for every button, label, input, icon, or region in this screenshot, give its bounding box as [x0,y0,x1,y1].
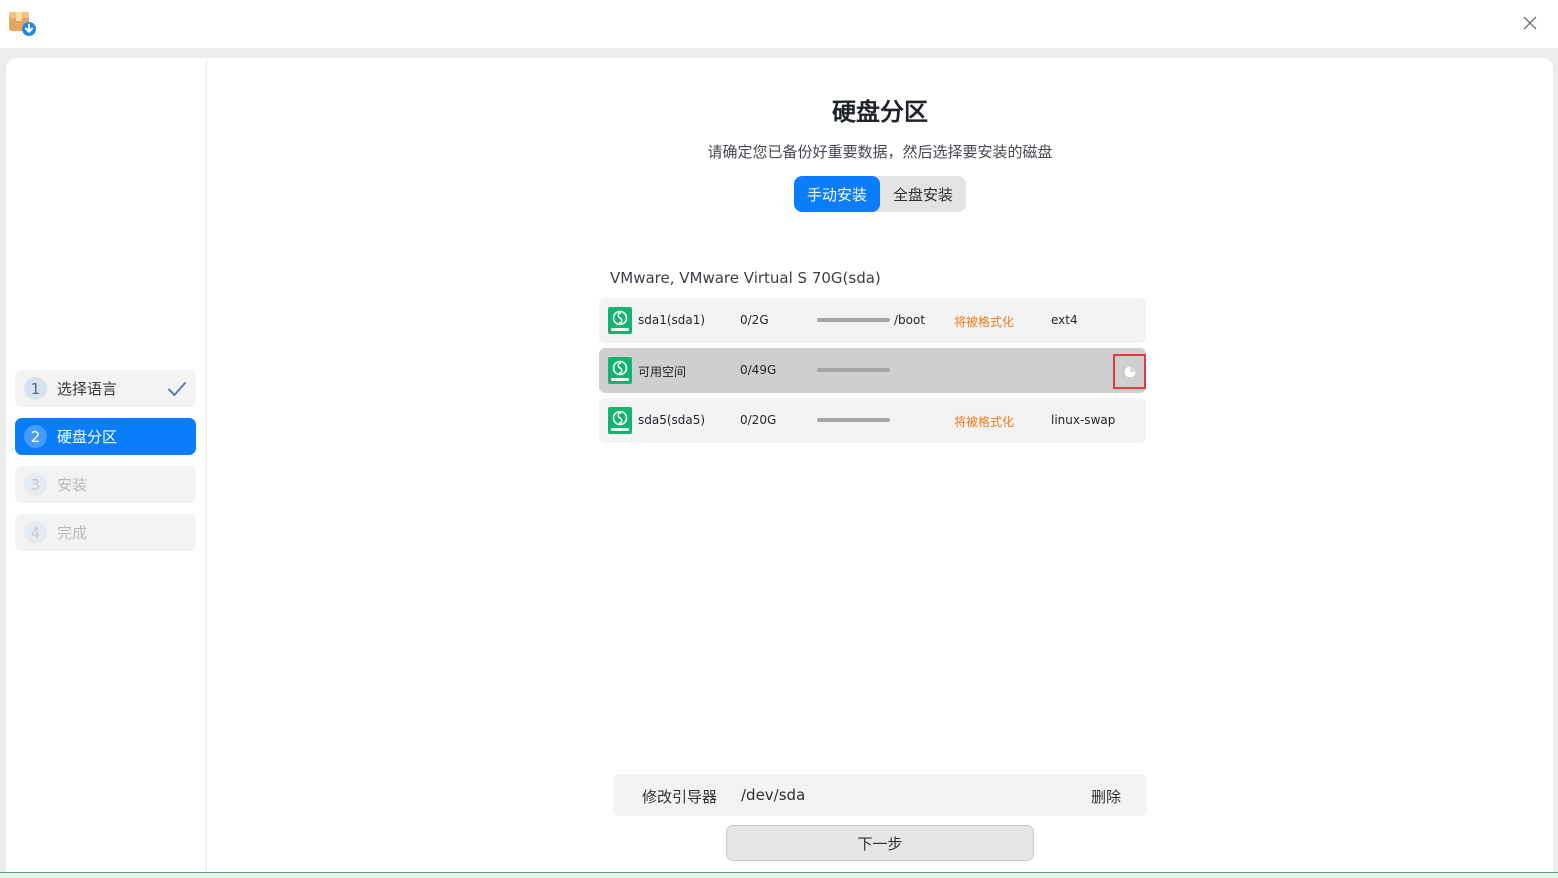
disk-partition-icon [608,357,632,384]
close-button[interactable] [1520,13,1540,33]
installer-package-icon [9,12,36,36]
main-panel: 硬盘分区 请确定您已备份好重要数据，然后选择要安装的磁盘 手动安装 全盘安装 V… [207,58,1553,872]
step-select-language[interactable]: 1 选择语言 [15,370,196,407]
step-label: 安装 [57,476,88,494]
disk-name: VMware, VMware Virtual S 70G(sda) [610,269,881,287]
step-number: 1 [24,377,47,400]
page-title: 硬盘分区 [832,98,928,126]
modify-bootloader-button[interactable]: 修改引导器 [642,786,717,807]
partition-row-sda5[interactable]: sda5(sda5) 0/20G 将被格式化 linux-swap [599,398,1146,443]
page-subtitle: 请确定您已备份好重要数据，然后选择要安装的磁盘 [707,143,1053,161]
step-number: 2 [24,425,47,448]
partition-filesystem: ext4 [1051,313,1078,327]
step-label: 硬盘分区 [57,428,118,446]
full-disk-install-tab[interactable]: 全盘安装 [880,176,966,212]
close-icon [1523,16,1537,30]
step-finish: 4 完成 [15,514,196,551]
title-bar [0,0,1558,48]
step-install: 3 安装 [15,466,196,503]
partition-name: sda5(sda5) [638,413,706,427]
bootloader-bar: 修改引导器 /dev/sda 删除 [613,774,1147,816]
delete-button[interactable]: 删除 [1091,786,1121,807]
step-label: 选择语言 [57,380,118,398]
window-bottom-edge [0,872,1558,878]
partition-size: 0/20G [740,413,777,427]
disk-partition-icon [608,407,632,434]
partition-format-status: 将被格式化 [954,415,1015,429]
partition-mount-point: /boot [894,313,926,327]
partition-row-sda1[interactable]: sda1(sda1) 0/2G /boot 将被格式化 ext4 [599,298,1146,343]
edit-partition-button[interactable] [1113,354,1146,389]
partition-usage-bar [817,318,890,322]
checkmark-icon [168,382,186,396]
partition-size: 0/49G [740,363,777,377]
disk-partition-icon [608,307,632,334]
install-mode-switch: 手动安装 全盘安装 [794,176,966,212]
partition-name: 可用空间 [638,365,687,379]
step-number: 3 [24,473,47,496]
partition-row-free-space[interactable]: 可用空间 0/49G [599,348,1146,393]
manual-install-tab[interactable]: 手动安装 [794,176,880,212]
partition-name: sda1(sda1) [638,313,706,327]
edit-partition-icon [1123,365,1136,378]
bootloader-device: /dev/sda [741,786,806,804]
step-number: 4 [24,521,47,544]
partition-filesystem: linux-swap [1051,413,1116,427]
step-label: 完成 [57,524,88,542]
partition-usage-bar [817,368,890,372]
partition-size: 0/2G [740,313,769,327]
steps-sidebar: 1 选择语言 2 硬盘分区 3 安装 4 完成 [6,58,207,872]
step-disk-partition[interactable]: 2 硬盘分区 [15,418,196,455]
partition-format-status: 将被格式化 [954,315,1015,329]
partition-usage-bar [817,418,890,422]
next-step-button[interactable]: 下一步 [726,825,1034,861]
